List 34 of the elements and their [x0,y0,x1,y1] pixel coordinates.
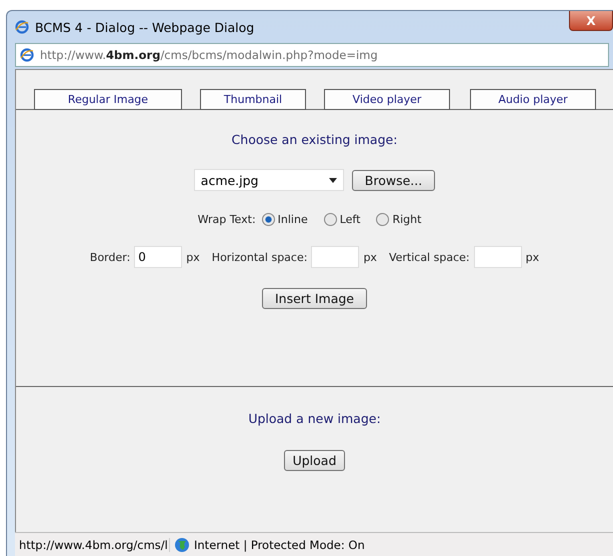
radio-button[interactable] [324,213,337,226]
wrap-text-label: Wrap Text: [198,213,256,226]
window-title: BCMS 4 - Dialog -- Webpage Dialog [35,20,256,34]
field-label: Horizontal space: [212,250,308,264]
unit-label: px [526,250,540,264]
field-label: Vertical space: [388,250,470,264]
section-heading: Choose an existing image: [232,132,398,147]
field-label: Border: [90,250,130,264]
upload-button[interactable]: Upload [284,450,346,471]
input-field[interactable] [311,246,360,268]
browser-icon [20,48,34,62]
address-url: http://www.4bm.org/cms/bcms/modalwin.php?mode=img [40,48,378,62]
section-heading: Upload a new image: [248,411,381,426]
unit-label: px [363,250,377,264]
tab[interactable]: Thumbnail [200,89,306,110]
input-field[interactable] [474,246,522,268]
insert-image-button[interactable]: Insert Image [262,288,367,309]
browser-icon [15,20,29,34]
input-field[interactable]: 0 [134,246,182,268]
security-zone-text: Internet | Protected Mode: On [194,538,365,552]
radio-button[interactable] [376,213,390,226]
radio-button[interactable] [262,213,275,226]
status-url: http://www.4bm.org/cms/l [15,538,170,552]
browse-button[interactable]: Browse... [352,170,436,190]
radio-label: Inline [278,213,308,226]
radio-label: Left [340,213,360,226]
globe-icon [174,537,190,553]
unit-label: px [186,250,200,264]
tab[interactable]: Video player [324,89,450,110]
dropdown-caret-icon [328,178,337,182]
radio-label: Right [392,213,422,226]
tab[interactable]: Audio player [470,89,596,110]
tab[interactable]: Regular Image [34,89,182,110]
file-select[interactable]: acme.jpg [194,169,344,191]
